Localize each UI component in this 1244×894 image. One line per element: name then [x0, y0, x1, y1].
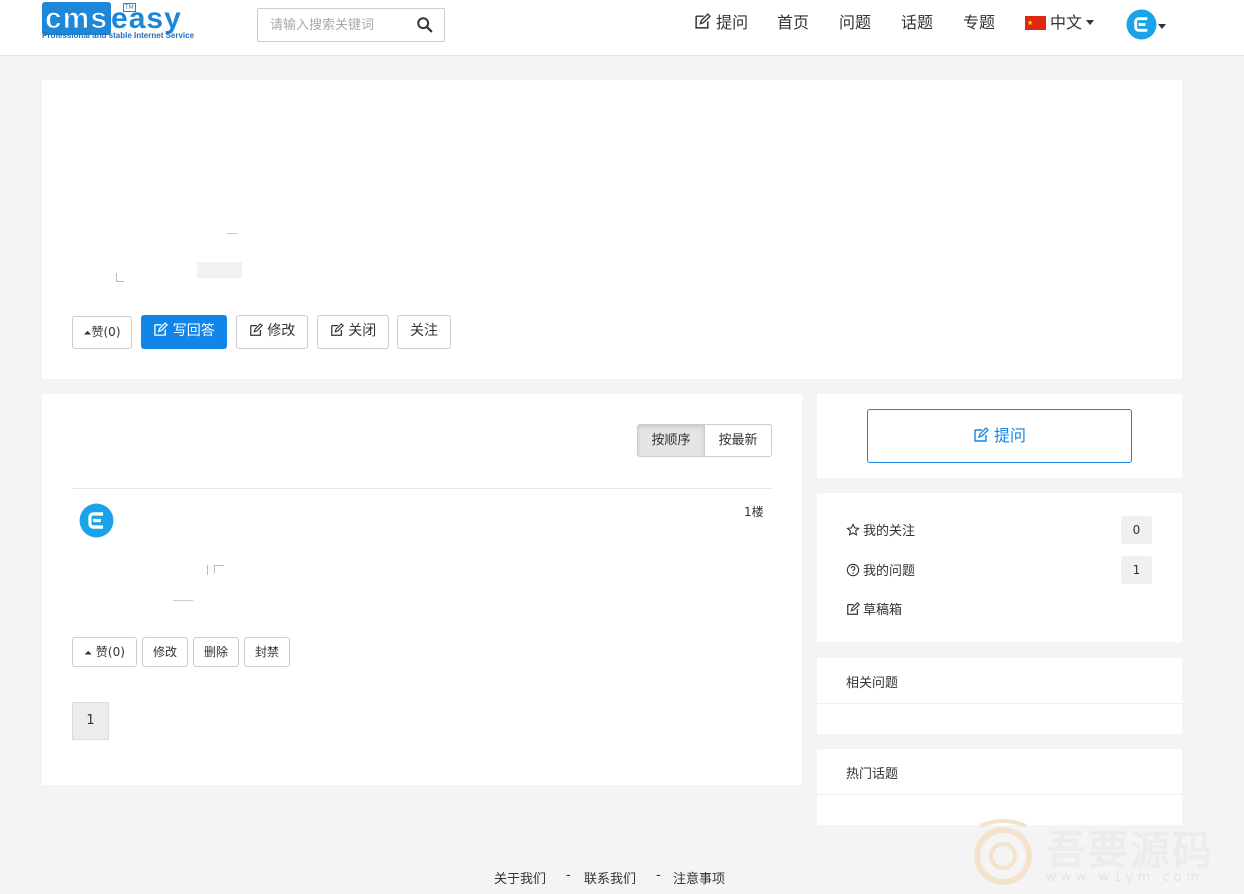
pagination-current-page[interactable]: 1	[72, 702, 109, 740]
logo-wordmark: cms easy	[42, 2, 182, 35]
edit-question-button[interactable]: 修改	[236, 315, 308, 349]
language-selector[interactable]: 中文	[1025, 0, 1095, 48]
star-icon	[846, 523, 860, 536]
footer-contact-link[interactable]: 联系我们	[584, 868, 636, 887]
nav-topics[interactable]: 话题	[901, 0, 933, 48]
sort-by-latest-button[interactable]: 按最新	[704, 424, 772, 457]
user-menu[interactable]	[1126, 8, 1166, 40]
floor-number: 1楼	[744, 505, 764, 519]
content-artifact	[214, 565, 224, 573]
footer-separator: -	[566, 868, 571, 883]
related-questions-panel: 相关问题	[817, 658, 1182, 734]
edit-icon	[695, 13, 711, 29]
hot-topics-title: 热门话题	[846, 767, 899, 782]
up-triangle-icon: ⏶	[84, 648, 93, 659]
edit-label: 修改	[267, 323, 296, 339]
nav-questions[interactable]: 问题	[839, 0, 871, 48]
language-label: 中文	[1050, 13, 1083, 32]
content-artifact	[207, 565, 208, 575]
my-follow-count: 0	[1121, 516, 1152, 544]
sidebar-ask-label: 提问	[994, 426, 1027, 445]
drafts-link[interactable]: 草稿箱	[846, 599, 902, 618]
close-question-button[interactable]: 关闭	[317, 315, 389, 349]
search-input[interactable]	[258, 9, 408, 41]
search-icon[interactable]	[416, 16, 434, 34]
write-answer-label: 写回答	[172, 323, 215, 339]
chevron-down-icon	[1158, 24, 1166, 29]
related-questions-title: 相关问题	[846, 676, 899, 691]
logo-trademark: TM	[123, 3, 136, 12]
like-label: 赞(0)	[91, 325, 121, 339]
drafts-label: 草稿箱	[863, 603, 903, 618]
user-avatar-icon	[1126, 9, 1157, 40]
sort-by-order-button[interactable]: 按顺序	[637, 424, 705, 457]
edit-icon	[154, 322, 169, 336]
like-button[interactable]: ⏶赞(0)	[72, 316, 132, 349]
write-answer-button[interactable]: 写回答	[141, 315, 227, 349]
edit-icon	[249, 323, 263, 336]
sidebar-ask-panel: 提问	[817, 394, 1182, 478]
answers-panel: 按顺序 按最新 1楼 ⏶ 赞(0) 修改 删除 封禁 1	[42, 394, 802, 785]
answer-ban-button[interactable]: 封禁	[244, 637, 290, 667]
china-flag-icon	[1025, 0, 1046, 46]
content-artifact	[227, 233, 238, 234]
answer-edit-button[interactable]: 修改	[142, 637, 188, 667]
nav-home[interactable]: 首页	[777, 0, 809, 48]
cmseasy-logo[interactable]: cms easy TM Professional and stable Inter…	[42, 2, 226, 42]
edit-icon	[847, 602, 860, 615]
close-label: 关闭	[348, 323, 377, 339]
divider	[817, 703, 1182, 704]
sidebar-ask-button[interactable]: 提问	[867, 409, 1132, 463]
my-follow-label: 我的关注	[863, 524, 916, 539]
footer-about-link[interactable]: 关于我们	[494, 868, 546, 887]
content-artifact	[197, 262, 242, 278]
question-panel: ⏶赞(0) 写回答 修改 关闭 关注	[42, 80, 1182, 379]
logo-tagline: Professional and stable Internet Service	[42, 31, 195, 40]
edit-icon	[974, 427, 989, 442]
chevron-down-icon	[1086, 20, 1095, 25]
content-artifact	[116, 273, 124, 282]
question-circle-icon	[846, 563, 860, 577]
follow-question-button[interactable]: 关注	[397, 315, 451, 349]
footer-separator: -	[656, 868, 661, 883]
search-box	[257, 8, 445, 42]
my-questions-count: 1	[1121, 556, 1152, 584]
watermark-url: w w w . w 1 y m . c o m	[1046, 870, 1199, 885]
edit-icon	[330, 323, 344, 336]
answer-delete-button[interactable]: 删除	[193, 637, 239, 667]
my-questions-link[interactable]: 我的问题	[846, 560, 915, 579]
divider	[72, 488, 772, 489]
nav-ask-label: 提问	[716, 13, 749, 32]
footer-notice-link[interactable]: 注意事项	[673, 868, 725, 887]
my-questions-label: 我的问题	[863, 564, 916, 579]
sidebar-user-panel: 我的关注 0 我的问题 1 草稿箱	[817, 493, 1182, 642]
up-triangle-icon: ⏶	[83, 328, 92, 339]
my-follow-link[interactable]: 我的关注	[846, 520, 915, 539]
content-artifact	[173, 600, 193, 601]
top-navbar: cms easy TM Professional and stable Inter…	[0, 0, 1244, 56]
answer-like-button[interactable]: ⏶ 赞(0)	[72, 637, 137, 667]
nav-ask[interactable]: 提问	[694, 0, 748, 48]
watermark: 吾要源码 w w w . w 1 y m . c o m	[970, 812, 1240, 892]
watermark-text: 吾要源码	[1046, 827, 1214, 874]
divider	[817, 794, 1182, 795]
watermark-logo-icon	[974, 819, 1032, 885]
nav-specials[interactable]: 专题	[963, 0, 995, 48]
answer-like-label: 赞(0)	[95, 645, 125, 659]
answer-avatar-icon[interactable]	[79, 503, 114, 538]
